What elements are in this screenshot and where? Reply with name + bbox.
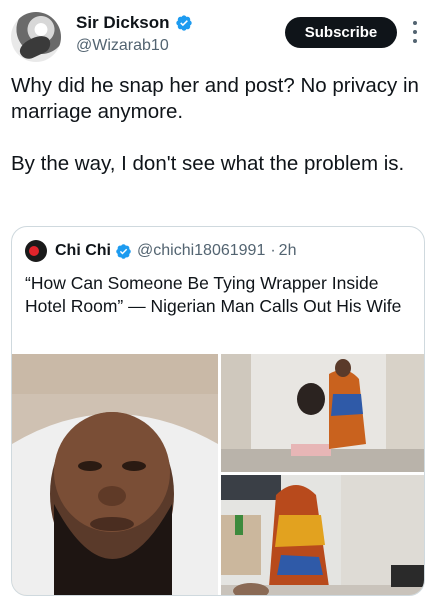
subscribe-button[interactable]: Subscribe xyxy=(285,17,397,48)
tweet-header: Sir Dickson @Wizarab10 Subscribe xyxy=(0,0,434,70)
quoted-timestamp[interactable]: 2h xyxy=(279,242,297,260)
photo-woman-mirror[interactable] xyxy=(221,354,424,472)
tweet-text: Why did he snap her and post? No privacy… xyxy=(11,74,419,175)
media-grid xyxy=(12,354,424,595)
photo-selfie-art xyxy=(12,354,218,595)
verified-badge-icon xyxy=(116,243,131,259)
photo-woman-mirror-art xyxy=(221,354,424,472)
verified-badge-icon xyxy=(175,15,192,31)
author-name-row: Sir Dickson xyxy=(76,13,193,33)
photo-woman-wrapper[interactable] xyxy=(221,475,424,595)
author-display-name[interactable]: Sir Dickson xyxy=(76,13,170,33)
quoted-tweet-text: “How Can Someone Be Tying Wrapper Inside… xyxy=(25,273,402,316)
quoted-author-handle[interactable]: @chichi18061991 xyxy=(137,242,265,260)
quoted-tweet[interactable]: Chi Chi @chichi18061991 · 2h “How Can So… xyxy=(11,226,425,596)
author-avatar[interactable] xyxy=(11,12,61,62)
quoted-tweet-header: Chi Chi @chichi18061991 · 2h xyxy=(25,240,296,262)
quoted-author-avatar[interactable] xyxy=(25,240,47,262)
author-handle[interactable]: @Wizarab10 xyxy=(76,37,169,55)
more-options-icon[interactable] xyxy=(408,18,422,46)
dot-separator: · xyxy=(270,242,276,259)
photo-woman-wrapper-art xyxy=(221,475,424,595)
photo-selfie[interactable] xyxy=(12,354,218,595)
quoted-author-name[interactable]: Chi Chi xyxy=(55,242,111,260)
